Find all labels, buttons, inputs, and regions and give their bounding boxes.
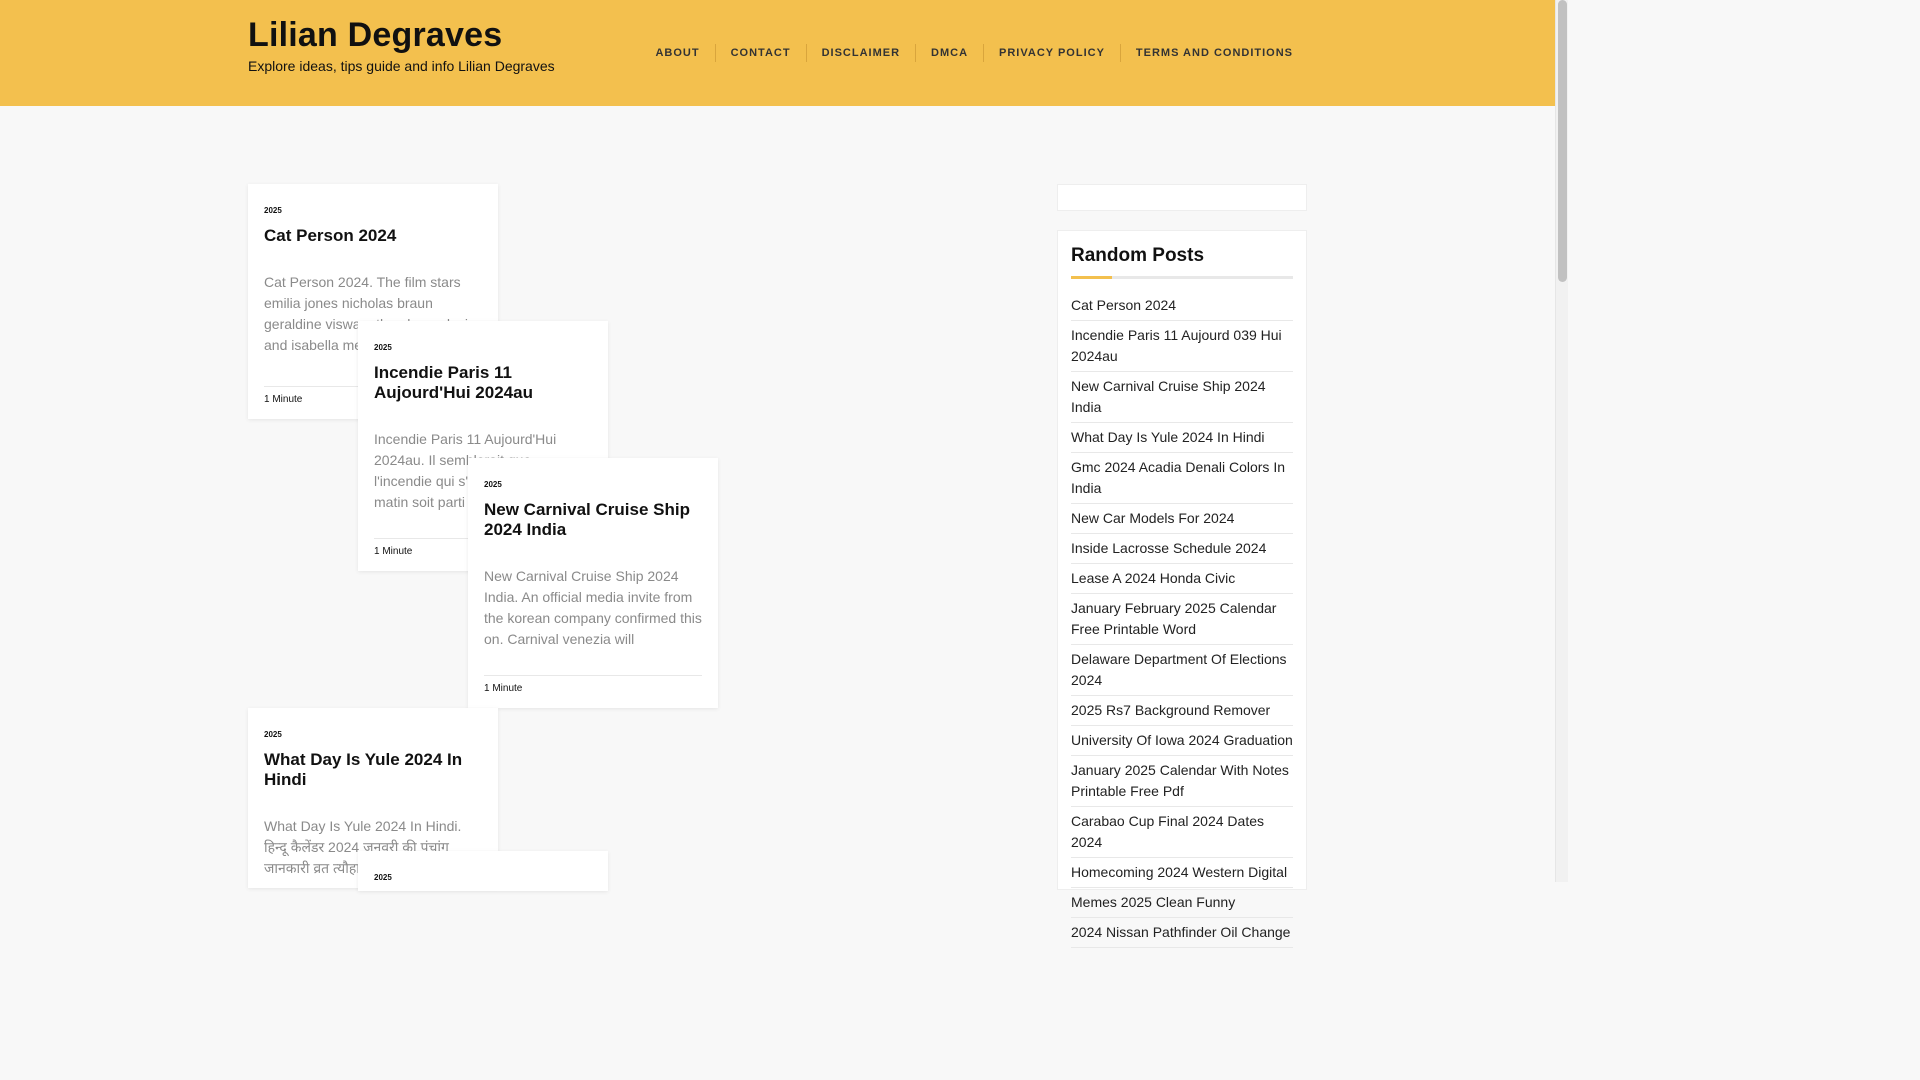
nav-item-contact[interactable]: CONTACT bbox=[714, 44, 806, 62]
site-title[interactable]: Lilian Degraves bbox=[248, 16, 502, 55]
nav-item-terms[interactable]: TERMS AND CONDITIONS bbox=[1119, 44, 1293, 62]
random-post-link[interactable]: Gmc 2024 Acadia Denali Colors In India bbox=[1071, 453, 1293, 504]
widget-title: Random Posts bbox=[1071, 245, 1205, 266]
random-post-link[interactable]: Homecoming 2024 Western Digital bbox=[1071, 858, 1293, 888]
site-header: Lilian Degraves Explore ideas, tips guid… bbox=[0, 0, 1555, 106]
random-post-link[interactable]: Carabao Cup Final 2024 Dates 2024 bbox=[1071, 807, 1293, 858]
random-posts-list: Cat Person 2024 Incendie Paris 11 Aujour… bbox=[1071, 291, 1293, 948]
random-post-link[interactable]: New Carnival Cruise Ship 2024 India bbox=[1071, 372, 1293, 423]
random-post-link[interactable]: Incendie Paris 11 Aujourd 039 Hui 2024au bbox=[1071, 321, 1293, 372]
post-category[interactable]: 2025 bbox=[264, 206, 482, 215]
random-post-link[interactable]: New Car Models For 2024 bbox=[1071, 504, 1293, 534]
random-post-link[interactable]: Memes 2025 Clean Funny bbox=[1071, 888, 1293, 918]
post-category[interactable]: 2025 bbox=[374, 343, 592, 352]
sidebar-empty-widget bbox=[1057, 184, 1307, 211]
widget-title-underline bbox=[1071, 276, 1293, 279]
nav-item-disclaimer[interactable]: DISCLAIMER bbox=[805, 44, 915, 62]
post-reading-time: 1 Minute bbox=[484, 675, 702, 708]
nav-item-privacy-policy[interactable]: PRIVACY POLICY bbox=[983, 44, 1120, 62]
post-excerpt: New Carnival Cruise Ship 2024 India. An … bbox=[484, 568, 702, 647]
random-post-link[interactable]: University Of Iowa 2024 Graduation bbox=[1071, 726, 1293, 756]
scrollbar-thumb[interactable] bbox=[1558, 0, 1567, 282]
post-category[interactable]: 2025 bbox=[264, 730, 482, 739]
post-title[interactable]: Cat Person 2024 bbox=[264, 226, 482, 246]
random-post-link[interactable]: 2024 Nissan Pathfinder Oil Change bbox=[1071, 918, 1293, 948]
random-post-link[interactable]: January 2025 Calendar With Notes Printab… bbox=[1071, 756, 1293, 807]
random-post-link[interactable]: 2025 Rs7 Background Remover bbox=[1071, 696, 1293, 726]
random-post-link[interactable]: Inside Lacrosse Schedule 2024 bbox=[1071, 534, 1293, 564]
post-category[interactable]: 2025 bbox=[484, 480, 702, 489]
site-description: Explore ideas, tips guide and info Lilia… bbox=[248, 58, 555, 74]
random-post-link[interactable]: Cat Person 2024 bbox=[1071, 291, 1293, 321]
random-post-link[interactable]: Delaware Department Of Elections 2024 bbox=[1071, 645, 1293, 696]
nav-item-about[interactable]: ABOUT bbox=[640, 44, 714, 62]
post-card: 2025 New Carnival Cruise Ship 2024 India… bbox=[468, 458, 718, 708]
post-title[interactable]: Incendie Paris 11 Aujourd'Hui 2024au bbox=[374, 363, 592, 403]
post-category[interactable]: 2025 bbox=[374, 873, 592, 882]
random-posts-widget: Random Posts Cat Person 2024 Incendie Pa… bbox=[1057, 230, 1307, 948]
post-card: 2025 bbox=[358, 851, 608, 891]
random-post-link[interactable]: January February 2025 Calendar Free Prin… bbox=[1071, 594, 1293, 645]
post-title[interactable]: What Day Is Yule 2024 In Hindi bbox=[264, 750, 482, 790]
page-scrollbar[interactable] bbox=[1555, 0, 1568, 882]
random-post-link[interactable]: What Day Is Yule 2024 In Hindi bbox=[1071, 423, 1293, 453]
main-navigation: ABOUT CONTACT DISCLAIMER DMCA PRIVACY PO… bbox=[640, 44, 1293, 62]
random-post-link[interactable]: Lease A 2024 Honda Civic bbox=[1071, 564, 1293, 594]
post-title[interactable]: New Carnival Cruise Ship 2024 India bbox=[484, 500, 702, 540]
nav-item-dmca[interactable]: DMCA bbox=[915, 44, 983, 62]
